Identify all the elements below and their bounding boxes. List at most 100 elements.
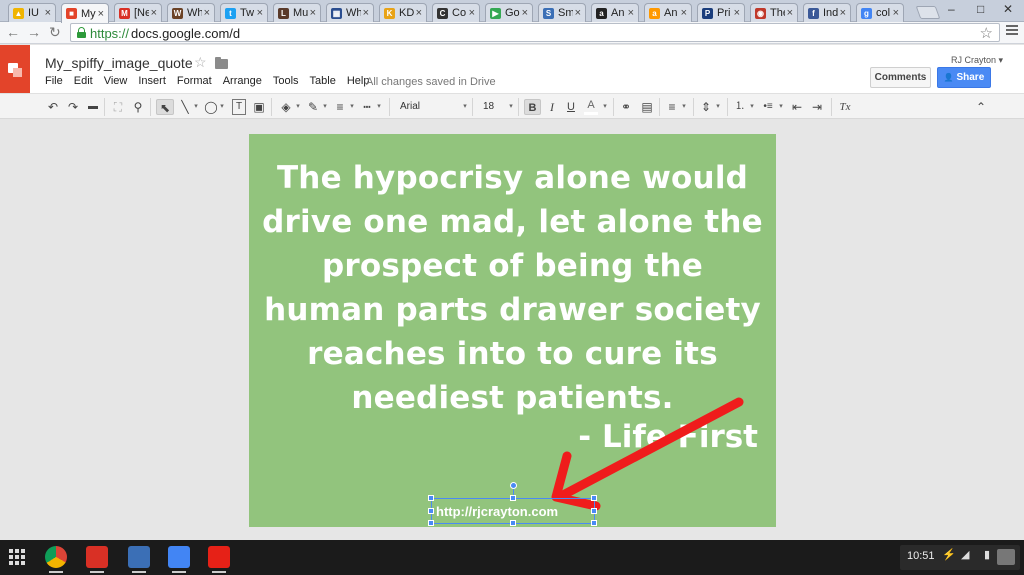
star-icon[interactable]: ☆ [194,54,207,71]
tab-close-icon[interactable]: × [204,7,210,19]
zoom-icon[interactable]: ⚲ [131,99,145,115]
resize-handle-w[interactable] [428,508,434,514]
address-bar[interactable]: https:// docs.google.com/d ☆ [70,23,1000,42]
collapse-toolbar-icon[interactable]: ⌃ [974,99,988,115]
fill-color-icon[interactable]: ◈ [279,99,293,115]
browser-tab[interactable]: ▶ Go × [485,3,533,22]
shape-dropdown-icon[interactable]: ▾ [219,99,225,115]
line-spacing-icon[interactable]: ⇕ [699,99,713,115]
drawings-logo-icon[interactable] [0,45,30,93]
menu-file[interactable]: File [45,75,63,87]
drawing-canvas[interactable]: The hypocrisy alone would drive one mad,… [0,120,1024,540]
font-size-dropdown-icon[interactable]: ▾ [508,99,514,115]
document-title[interactable]: My_spiffy_image_quote [45,55,193,71]
account-name[interactable]: RJ Crayton ▾ [951,55,1003,66]
browser-tab[interactable]: a An × [644,3,692,22]
select-tool-icon[interactable]: ⬉ [156,99,174,115]
browser-tab[interactable]: W Wh× [167,3,215,22]
new-tab-button[interactable] [915,6,941,19]
tab-close-icon[interactable]: × [257,7,263,19]
chrome-menu-icon[interactable] [1006,25,1018,37]
menu-edit[interactable]: Edit [74,75,93,87]
line-spacing-dropdown-icon[interactable]: ▾ [715,99,721,115]
maximize-button[interactable]: □ [977,2,984,16]
youtube-icon[interactable] [208,546,230,568]
link-icon[interactable]: ⚭ [619,99,633,115]
undo-icon[interactable]: ↶ [46,99,60,115]
back-button[interactable]: ← [6,24,20,40]
bulleted-list-dropdown-icon[interactable]: ▾ [778,99,784,115]
reload-button[interactable]: ↻ [49,24,61,41]
browser-tab[interactable]: L Mu × [273,3,321,22]
fill-dropdown-icon[interactable]: ▾ [295,99,301,115]
resize-handle-s[interactable] [510,520,516,526]
tab-close-icon[interactable]: × [98,8,104,20]
menu-arrange[interactable]: Arrange [223,75,262,87]
align-icon[interactable]: ≡ [665,99,679,115]
google-plus-icon[interactable] [128,546,150,568]
browser-tab[interactable]: C Co × [432,3,480,22]
browser-tab[interactable]: P Pri × [697,3,745,22]
browser-tab[interactable]: f Ind × [803,3,851,22]
docs-icon[interactable] [168,546,190,568]
browser-tab[interactable]: ■ My × [61,3,109,23]
line-color-icon[interactable]: ✎ [306,99,320,115]
resize-handle-se[interactable] [591,520,597,526]
line-dropdown-icon[interactable]: ▾ [193,99,199,115]
browser-tab[interactable]: K KD × [379,3,427,22]
menu-format[interactable]: Format [177,75,212,87]
red-arrow-annotation[interactable] [249,134,776,527]
account-avatar[interactable] [997,549,1015,565]
tab-close-icon[interactable]: × [310,7,316,19]
menu-view[interactable]: View [104,75,128,87]
line-color-dropdown-icon[interactable]: ▾ [322,99,328,115]
tab-close-icon[interactable]: × [893,7,899,19]
url-text[interactable]: http://rjcrayton.com [436,504,558,519]
drawing-page[interactable]: The hypocrisy alone would drive one mad,… [249,134,776,527]
resize-handle-ne[interactable] [591,495,597,501]
paint-format-icon[interactable]: ▬ [86,99,100,115]
tab-close-icon[interactable]: × [734,7,740,19]
app-launcher-icon[interactable] [9,549,25,565]
tab-close-icon[interactable]: × [575,7,581,19]
resize-handle-n[interactable] [510,495,516,501]
tab-close-icon[interactable]: × [787,7,793,19]
tab-close-icon[interactable]: × [416,7,422,19]
minimize-button[interactable]: – [948,2,955,16]
browser-tab[interactable]: ▲ IU × [8,3,56,22]
bold-button[interactable]: B [524,99,541,115]
resize-handle-nw[interactable] [428,495,434,501]
tab-close-icon[interactable]: × [363,7,369,19]
increase-indent-icon[interactable]: ⇥ [810,99,824,115]
underline-button[interactable]: U [564,99,578,115]
gmail-icon[interactable] [86,546,108,568]
line-dash-icon[interactable]: ┅ [360,99,374,115]
browser-tab[interactable]: M [Ne× [114,3,162,22]
chrome-icon[interactable] [45,546,67,568]
forward-button[interactable]: → [27,24,41,40]
menu-table[interactable]: Table [310,75,336,87]
decrease-indent-icon[interactable]: ⇤ [790,99,804,115]
tab-close-icon[interactable]: × [840,7,846,19]
close-window-button[interactable]: ✕ [1003,2,1013,16]
tab-close-icon[interactable]: × [151,7,157,19]
comments-button[interactable]: Comments [870,67,931,88]
rotate-handle[interactable] [510,482,517,489]
menu-tools[interactable]: Tools [273,75,299,87]
numbered-list-dropdown-icon[interactable]: ▾ [749,99,755,115]
line-tool-icon[interactable]: ╲ [178,99,192,115]
text-color-button[interactable]: A [584,99,598,115]
browser-tab[interactable]: g col × [856,3,904,22]
menu-insert[interactable]: Insert [138,75,166,87]
tab-close-icon[interactable]: × [522,7,528,19]
tab-close-icon[interactable]: × [681,7,687,19]
image-tool-icon[interactable]: ▣ [252,99,266,115]
comment-icon[interactable]: ▤ [640,99,654,115]
share-button[interactable]: 👤 Share [937,67,991,88]
bookmark-star-icon[interactable]: ☆ [980,24,993,42]
line-weight-icon[interactable]: ≡ [333,99,347,115]
redo-icon[interactable]: ↷ [66,99,80,115]
numbered-list-icon[interactable]: ⒈ [733,99,747,115]
shape-tool-icon[interactable]: ◯ [204,99,218,115]
browser-tab[interactable]: a An × [591,3,639,22]
